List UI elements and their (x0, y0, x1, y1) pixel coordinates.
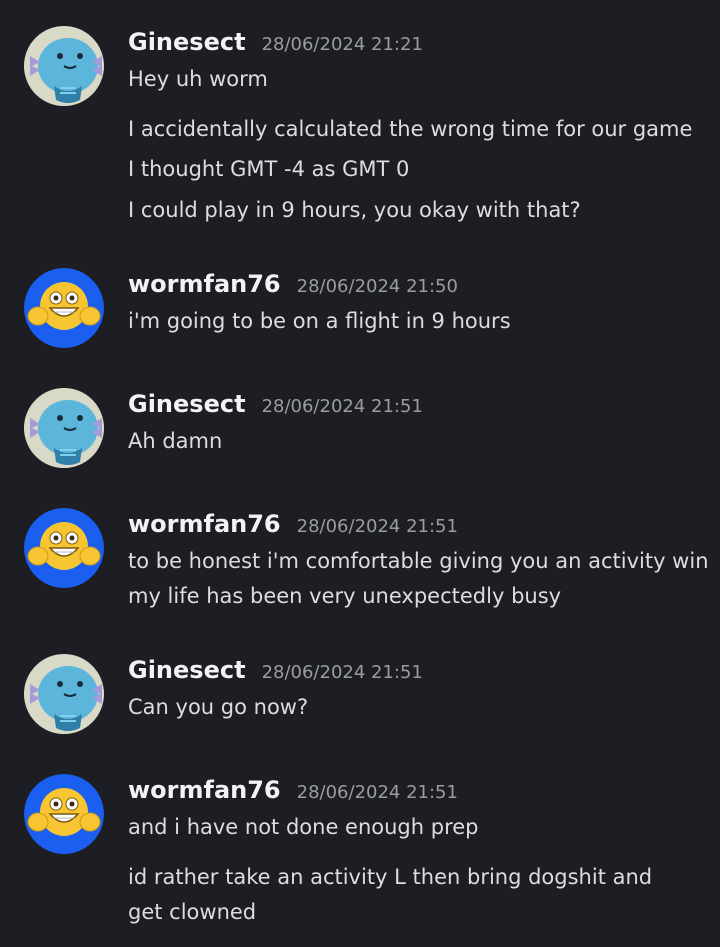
message-text: I thought GMT -4 as GMT 0 (128, 157, 410, 181)
username[interactable]: Ginesect (128, 654, 246, 686)
message-text: Ah damn (128, 429, 223, 453)
timestamp[interactable]: 28/06/2024 21:50 (297, 271, 458, 303)
timestamp[interactable]: 28/06/2024 21:51 (297, 511, 458, 543)
grinning-emoji-avatar[interactable] (24, 508, 104, 588)
message-text: I could play in 9 hours, you okay with t… (128, 198, 581, 222)
username[interactable]: Ginesect (128, 388, 246, 420)
message-text: I accidentally calculated the wrong time… (128, 117, 693, 141)
username[interactable]: Ginesect (128, 26, 246, 58)
message-header: wormfan76 28/06/2024 21:51 (128, 508, 458, 540)
grinning-emoji-avatar[interactable] (24, 774, 104, 854)
timestamp[interactable]: 28/06/2024 21:51 (297, 777, 458, 809)
timestamp[interactable]: 28/06/2024 21:51 (262, 391, 423, 423)
message-text: Hey uh worm (128, 67, 268, 91)
message-text: to be honest i'm comfortable giving you … (128, 549, 709, 573)
username[interactable]: wormfan76 (128, 774, 281, 806)
message-text: Can you go now? (128, 695, 309, 719)
message-text: id rather take an activity L then bring … (128, 865, 653, 924)
message-text: and i have not done enough prep (128, 815, 479, 839)
message-header: wormfan76 28/06/2024 21:51 (128, 774, 458, 806)
message-text: i'm going to be on a flight in 9 hours (128, 309, 511, 333)
wooper-avatar[interactable] (24, 388, 104, 468)
timestamp[interactable]: 28/06/2024 21:51 (262, 657, 423, 689)
message-header: Ginesect 28/06/2024 21:51 (128, 654, 423, 686)
wooper-avatar[interactable] (24, 26, 104, 106)
username[interactable]: wormfan76 (128, 508, 281, 540)
message-header: wormfan76 28/06/2024 21:50 (128, 268, 458, 300)
timestamp[interactable]: 28/06/2024 21:21 (262, 29, 423, 61)
message-header: Ginesect 28/06/2024 21:51 (128, 388, 423, 420)
grinning-emoji-avatar[interactable] (24, 268, 104, 348)
message-header: Ginesect 28/06/2024 21:21 (128, 26, 423, 58)
chat-message-list: Ginesect 28/06/2024 21:21 Hey uh worm I … (0, 0, 720, 947)
wooper-avatar[interactable] (24, 654, 104, 734)
message-text: my life has been very unexpectedly busy (128, 584, 562, 608)
username[interactable]: wormfan76 (128, 268, 281, 300)
